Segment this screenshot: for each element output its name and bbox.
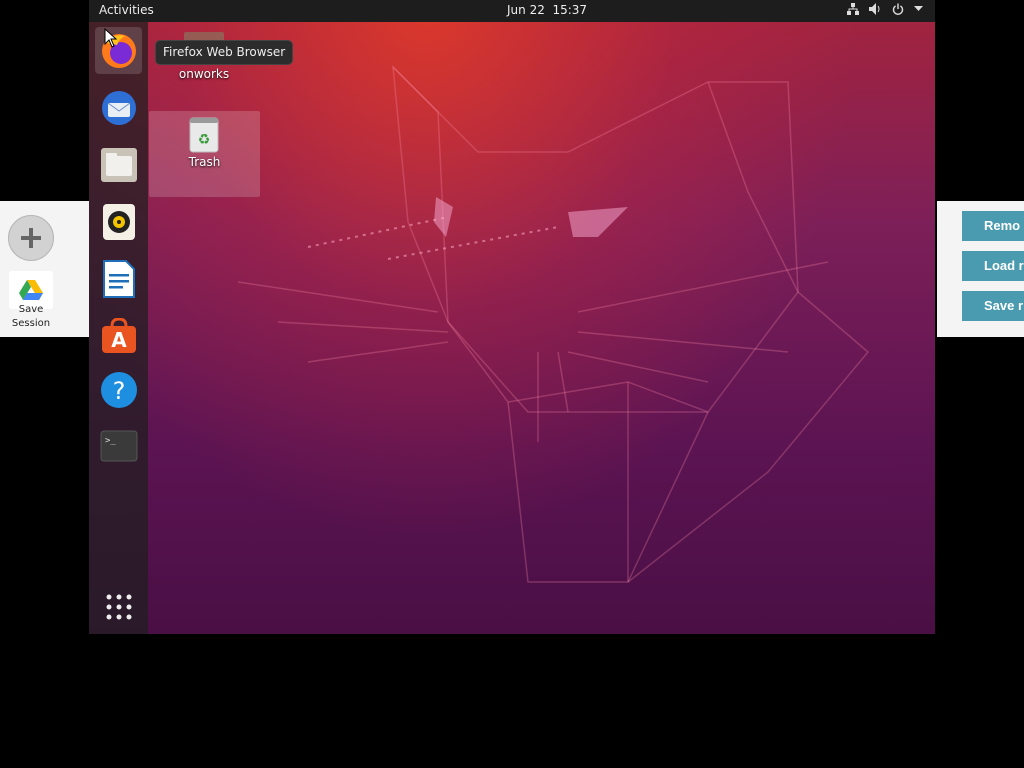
- google-drive-icon: [19, 280, 43, 300]
- plus-icon: [21, 228, 41, 248]
- volume-icon: [869, 3, 880, 15]
- network-icon: [847, 3, 859, 15]
- ubuntu-desktop: Activities Jun 22 15:37 A ? >_ onworks ♻…: [89, 0, 935, 634]
- save-session-label: Save Session: [11, 304, 51, 329]
- clock[interactable]: Jun 22 15:37: [507, 3, 587, 17]
- right-side-panel: Remo Load r Save r: [937, 201, 1024, 337]
- dock-item-terminal[interactable]: >_: [95, 422, 142, 469]
- show-applications-button[interactable]: [95, 583, 142, 630]
- dock: A ? >_: [89, 22, 148, 634]
- svg-text:>_: >_: [105, 436, 116, 446]
- dock-item-rhythmbox[interactable]: [95, 198, 142, 245]
- svg-text:A: A: [111, 328, 127, 352]
- chevron-down-icon: [914, 6, 923, 11]
- mouse-cursor-icon: [104, 28, 118, 48]
- add-button[interactable]: [8, 215, 54, 261]
- thunderbird-icon: [101, 90, 136, 125]
- left-side-panel: Save Session: [0, 201, 89, 337]
- dock-item-libreoffice-writer[interactable]: [95, 255, 142, 302]
- files-icon: [100, 147, 137, 182]
- trash-label: Trash: [188, 155, 221, 169]
- clock-time: 15:37: [552, 3, 588, 17]
- trash-icon: ♻: [189, 117, 219, 153]
- dock-tooltip: Firefox Web Browser: [155, 40, 294, 65]
- rhythmbox-icon: [102, 203, 135, 240]
- software-center-icon: A: [101, 317, 136, 353]
- dock-item-thunderbird[interactable]: [95, 84, 142, 131]
- dock-item-software[interactable]: A: [95, 312, 142, 359]
- show-applications-icon: [106, 594, 131, 619]
- dock-item-help[interactable]: ?: [95, 366, 142, 413]
- terminal-icon: >_: [100, 430, 137, 461]
- help-icon: ?: [100, 371, 137, 408]
- dock-item-firefox[interactable]: [95, 27, 142, 74]
- system-tray[interactable]: [847, 3, 923, 15]
- libreoffice-writer-icon: [102, 259, 135, 298]
- wallpaper-cat-art: [237, 64, 870, 583]
- svg-text:?: ?: [112, 377, 125, 405]
- dock-item-files[interactable]: [95, 141, 142, 188]
- load-button[interactable]: Load r: [962, 251, 1024, 281]
- svg-text:♻: ♻: [198, 132, 211, 148]
- activities-button[interactable]: Activities: [99, 3, 154, 17]
- desktop-trash[interactable]: ♻ Trash: [149, 111, 260, 197]
- remove-button[interactable]: Remo: [962, 211, 1024, 241]
- clock-date: Jun 22: [507, 3, 545, 17]
- power-icon: [892, 3, 904, 15]
- top-bar: Activities Jun 22 15:37: [89, 0, 935, 22]
- desktop-folder-label[interactable]: onworks: [169, 67, 239, 81]
- save-button[interactable]: Save r: [962, 291, 1024, 321]
